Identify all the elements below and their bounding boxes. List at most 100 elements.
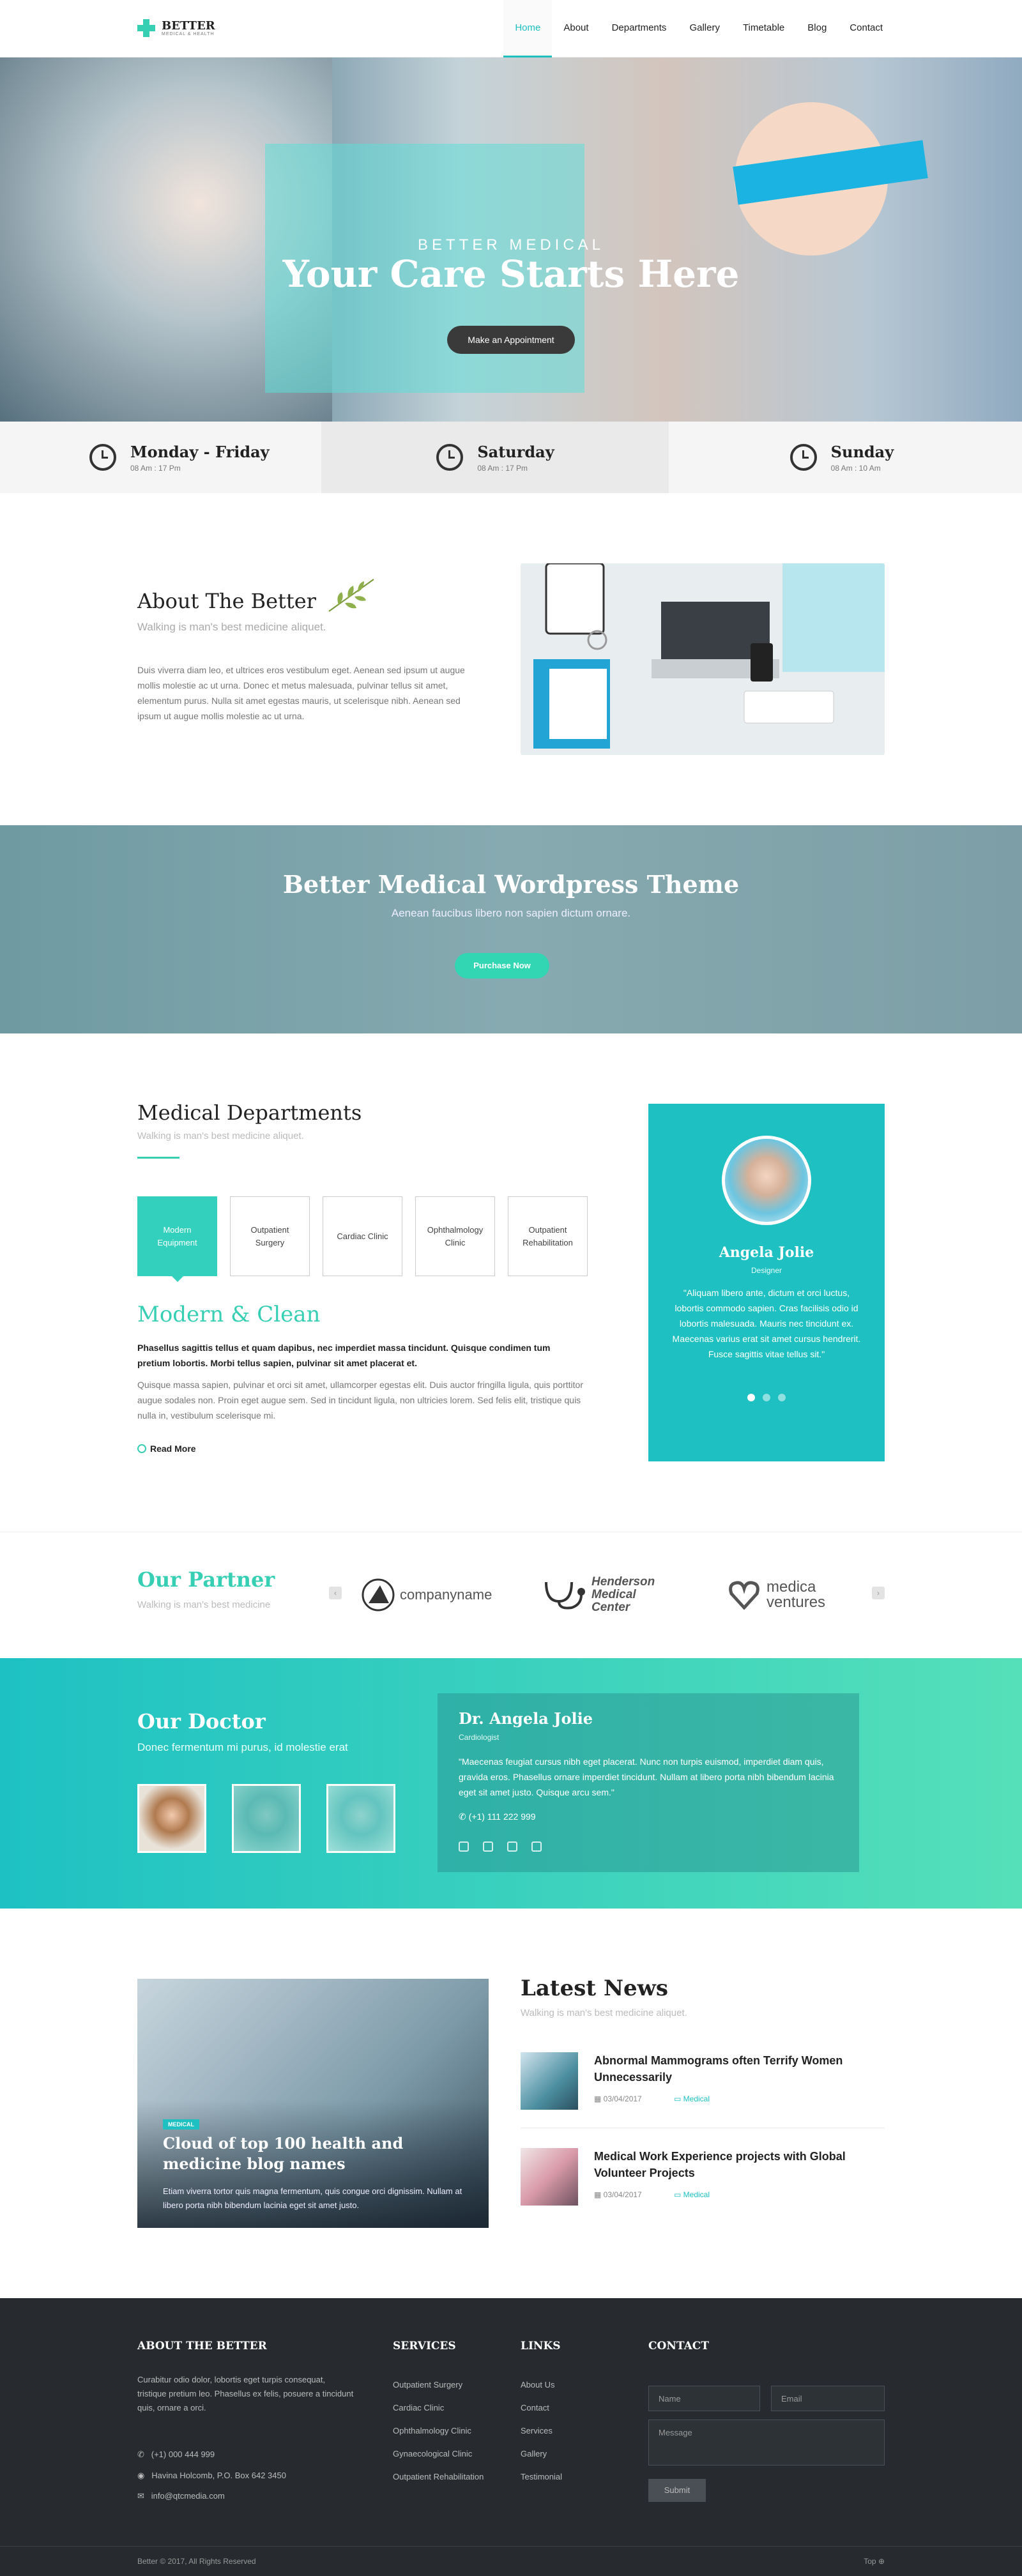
tab-outpatient-surgery[interactable]: Outpatient Surgery <box>230 1196 310 1276</box>
department-lead: Phasellus sagittis tellus et quam dapibu… <box>137 1343 551 1368</box>
featured-news-title[interactable]: Cloud of top 100 health and medicine blo… <box>163 2133 469 2174</box>
hours-time: 08 Am : 10 Am <box>830 463 881 473</box>
prev-arrow-icon[interactable]: ‹ <box>329 1587 342 1599</box>
vimeo-icon[interactable] <box>507 1841 517 1852</box>
partner-logo-label: medica ventures <box>766 1578 826 1611</box>
read-more-link[interactable]: Read More <box>137 1444 196 1454</box>
carousel-dots <box>648 1394 885 1401</box>
nav-departments[interactable]: Departments <box>600 0 678 57</box>
news-item[interactable]: Abnormal Mammograms often Terrify Women … <box>521 2052 885 2116</box>
title-underline <box>137 1157 179 1159</box>
nav-timetable[interactable]: Timetable <box>731 0 796 57</box>
news-thumbnail <box>521 2148 578 2206</box>
news-item-category-text: Medical <box>683 2190 710 2199</box>
opening-hours: Monday - Friday 08 Am : 17 Pm Saturday 0… <box>0 422 1022 493</box>
arrow-up-icon: ⊕ <box>878 2557 885 2566</box>
tab-modern-equipment[interactable]: Modern Equipment <box>137 1196 217 1282</box>
footer-service-link[interactable]: Gynaecological Clinic <box>393 2443 484 2465</box>
twitter-icon[interactable] <box>483 1841 493 1852</box>
facebook-icon[interactable] <box>459 1841 469 1852</box>
partner-logo-label: companyname <box>400 1587 492 1603</box>
about-title: About The Better <box>137 589 316 613</box>
main-nav: Home About Departments Gallery Timetable… <box>503 0 894 57</box>
hours-day: Monday - Friday <box>130 442 270 461</box>
next-arrow-icon[interactable]: › <box>872 1587 885 1599</box>
doctor-name: Dr. Angela Jolie <box>459 1709 593 1728</box>
news-item[interactable]: Medical Work Experience projects with Gl… <box>521 2148 885 2212</box>
doctor-info-card: Dr. Angela Jolie Cardiologist "Maecenas … <box>438 1693 859 1872</box>
testimonial-name: Angela Jolie <box>719 1244 814 1261</box>
footer-service-link[interactable]: Ophthalmology Clinic <box>393 2420 484 2443</box>
footer-link[interactable]: Testimonial <box>521 2465 562 2488</box>
footer-about-text: Curabitur odio dolor, lobortis eget turp… <box>137 2375 354 2412</box>
departments-title: Medical Departments <box>137 1101 362 1125</box>
news-item-category[interactable]: ▭ Medical <box>674 2190 710 2199</box>
back-to-top-label: Top <box>864 2557 876 2566</box>
footer-link[interactable]: Contact <box>521 2397 562 2420</box>
partner-logo-company: companyname <box>361 1576 492 1614</box>
news-item-title[interactable]: Medical Work Experience projects with Gl… <box>594 2148 875 2181</box>
hours-weekdays: Monday - Friday 08 Am : 17 Pm <box>0 422 321 493</box>
news-thumbnail <box>521 2052 578 2110</box>
doctor-thumbnails <box>137 1784 395 1853</box>
cross-logo-icon <box>137 19 155 37</box>
leaf-icon <box>328 579 374 612</box>
partner-logo-henderson: Henderson Medical Center <box>543 1576 675 1614</box>
footer-link[interactable]: Services <box>521 2420 562 2443</box>
arrow-circle-icon <box>137 1444 146 1453</box>
footer-link[interactable]: Gallery <box>521 2443 562 2465</box>
hours-sunday: Sunday 08 Am : 10 Am <box>669 422 1022 493</box>
read-more-label: Read More <box>150 1444 196 1454</box>
instagram-icon[interactable] <box>531 1841 542 1852</box>
purchase-button[interactable]: Purchase Now <box>455 953 549 979</box>
footer-email[interactable]: ✉ info@qtcmedia.com <box>137 2491 225 2501</box>
nav-gallery[interactable]: Gallery <box>678 0 731 57</box>
doctor-role: Cardiologist <box>459 1733 500 1742</box>
carousel-dot[interactable] <box>747 1394 755 1401</box>
about-subtitle: Walking is man's best medicine aliquet. <box>137 621 326 633</box>
nav-contact[interactable]: Contact <box>838 0 894 57</box>
news-title: Latest News <box>521 1976 669 2001</box>
submit-button[interactable]: Submit <box>648 2479 706 2502</box>
news-item-category[interactable]: ▭ Medical <box>674 2094 710 2103</box>
logo[interactable]: BETTER MEDICAL & HEALTH <box>137 19 215 37</box>
tab-outpatient-rehabilitation[interactable]: Outpatient Rehabilitation <box>508 1196 588 1276</box>
footer-service-link[interactable]: Outpatient Surgery <box>393 2374 484 2397</box>
featured-news-card[interactable]: MEDICAL Cloud of top 100 health and medi… <box>137 1979 489 2228</box>
promo-banner: Better Medical Wordpress Theme Aenean fa… <box>0 825 1022 1033</box>
heart-logo-icon <box>729 1580 759 1610</box>
partner-section: Our Partner Walking is man's best medici… <box>0 1532 1022 1658</box>
carousel-dot[interactable] <box>763 1394 770 1401</box>
news-subtitle: Walking is man's best medicine aliquet. <box>521 2008 687 2018</box>
news-item-title[interactable]: Abnormal Mammograms often Terrify Women … <box>594 2052 875 2085</box>
folder-icon: ▭ <box>674 2190 683 2199</box>
nav-about[interactable]: About <box>552 0 600 57</box>
doctor-thumb[interactable] <box>326 1784 395 1853</box>
footer-service-link[interactable]: Cardiac Clinic <box>393 2397 484 2420</box>
tab-ophthalmology-clinic[interactable]: Ophthalmology Clinic <box>415 1196 495 1276</box>
nav-home[interactable]: Home <box>503 0 553 57</box>
appointment-button[interactable]: Make an Appointment <box>447 326 575 354</box>
clock-icon <box>89 444 116 471</box>
stethoscope-icon <box>545 1581 585 1610</box>
nav-blog[interactable]: Blog <box>796 0 838 57</box>
hero-section: BETTER MEDICAL Your Care Starts Here Mak… <box>0 57 1022 422</box>
folder-icon: ▭ <box>674 2094 683 2103</box>
news-item-date-text: 03/04/2017 <box>603 2094 642 2103</box>
doctor-thumb[interactable] <box>232 1784 301 1853</box>
email-field[interactable]: Email <box>771 2386 885 2411</box>
doctor-thumb[interactable] <box>137 1784 206 1853</box>
name-field[interactable]: Name <box>648 2386 760 2411</box>
back-to-top[interactable]: Top ⊕ <box>864 2557 885 2566</box>
clock-icon <box>789 444 817 471</box>
footer-links-list: About Us Contact Services Gallery Testim… <box>521 2374 562 2488</box>
footer-link[interactable]: About Us <box>521 2374 562 2397</box>
footer-service-link[interactable]: Outpatient Rehabilitation <box>393 2465 484 2488</box>
footer-phone-text: (+1) 000 444 999 <box>151 2450 215 2459</box>
message-field[interactable]: Message <box>648 2420 885 2465</box>
hours-day: Saturday <box>477 442 554 461</box>
tab-cardiac-clinic[interactable]: Cardiac Clinic <box>323 1196 402 1276</box>
carousel-dot[interactable] <box>778 1394 786 1401</box>
banner-title: Better Medical Wordpress Theme <box>282 870 740 899</box>
about-section: About The Better Walking is man's best m… <box>0 493 1022 825</box>
